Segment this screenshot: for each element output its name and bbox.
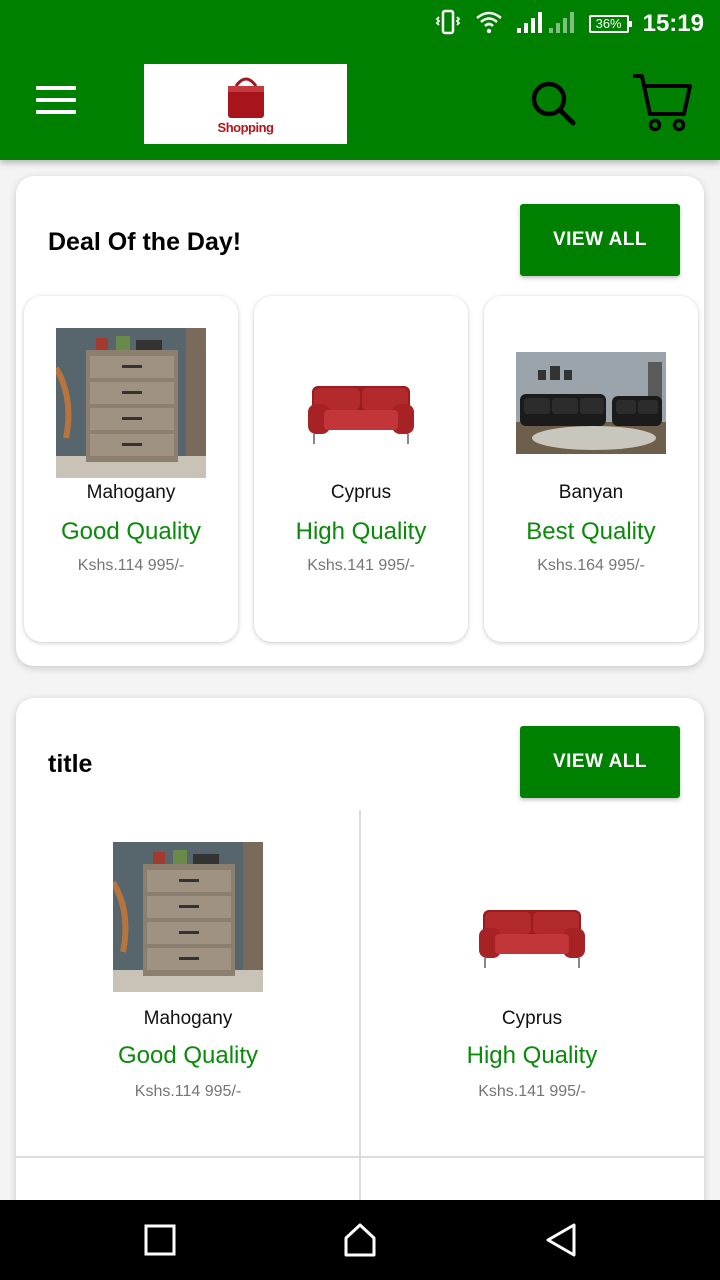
product-card[interactable]: Banyan Best Quality Kshs.164 995/-: [484, 296, 698, 642]
product-grid-item[interactable]: Cyprus High Quality Kshs.141 995/-: [360, 810, 704, 1156]
product-name: Mahogany: [86, 482, 176, 503]
product-image-dresser: [113, 842, 263, 992]
product-quality: Good Quality: [60, 518, 202, 545]
recents-icon[interactable]: [144, 1224, 176, 1256]
product-quality: High Quality: [466, 1042, 598, 1069]
product-card[interactable]: Mahogany Good Quality Kshs.114 995/-: [24, 296, 238, 642]
status-bar: 36% 15:19: [0, 0, 720, 48]
product-grid-section: title VIEW ALL Mahogany Good Quality Ksh…: [16, 698, 704, 1258]
product-image-sofa: [286, 336, 436, 456]
product-quality: Best Quality: [526, 518, 656, 545]
section-title: title: [48, 750, 93, 778]
product-price: Kshs.114 995/-: [77, 557, 185, 574]
product-quality: High Quality: [295, 518, 427, 545]
vibrate-icon: [435, 9, 461, 40]
product-price: Kshs.164 995/-: [537, 557, 645, 574]
product-image-leather-sofa: [516, 352, 666, 454]
menu-icon[interactable]: [36, 86, 76, 118]
grid-divider: [16, 1156, 704, 1158]
product-name: Cyprus: [501, 1008, 563, 1029]
back-icon[interactable]: [544, 1222, 578, 1258]
product-price: Kshs.114 995/-: [134, 1083, 242, 1100]
product-name: Banyan: [558, 482, 624, 503]
search-icon[interactable]: [528, 78, 578, 128]
signal-icon: [516, 10, 575, 39]
logo-text: Shopping: [217, 120, 274, 135]
deal-of-day-section: Deal Of the Day! VIEW ALL Mahogany Good …: [16, 176, 704, 666]
product-image-dresser: [56, 328, 206, 478]
cart-icon[interactable]: [630, 70, 694, 134]
app-logo[interactable]: Shopping: [144, 64, 347, 144]
product-image-sofa: [457, 860, 607, 980]
status-time: 15:19: [642, 10, 704, 37]
product-name: Mahogany: [143, 1008, 233, 1029]
battery-icon: 36%: [588, 15, 632, 33]
product-grid-item[interactable]: Mahogany Good Quality Kshs.114 995/-: [16, 810, 360, 1156]
view-all-button[interactable]: VIEW ALL: [520, 726, 680, 798]
section-title: Deal Of the Day!: [48, 228, 242, 256]
home-icon[interactable]: [342, 1222, 378, 1258]
product-quality: Good Quality: [117, 1042, 259, 1069]
product-name: Cyprus: [330, 482, 392, 503]
product-card[interactable]: Cyprus High Quality Kshs.141 995/-: [254, 296, 468, 642]
view-all-button[interactable]: VIEW ALL: [520, 204, 680, 276]
product-price: Kshs.141 995/-: [478, 1083, 586, 1100]
shopping-bag-logo: [228, 77, 264, 118]
wifi-icon: [475, 10, 503, 39]
system-nav-bar: [0, 1200, 720, 1280]
product-price: Kshs.141 995/-: [307, 557, 415, 574]
app-toolbar: Shopping: [0, 48, 720, 160]
